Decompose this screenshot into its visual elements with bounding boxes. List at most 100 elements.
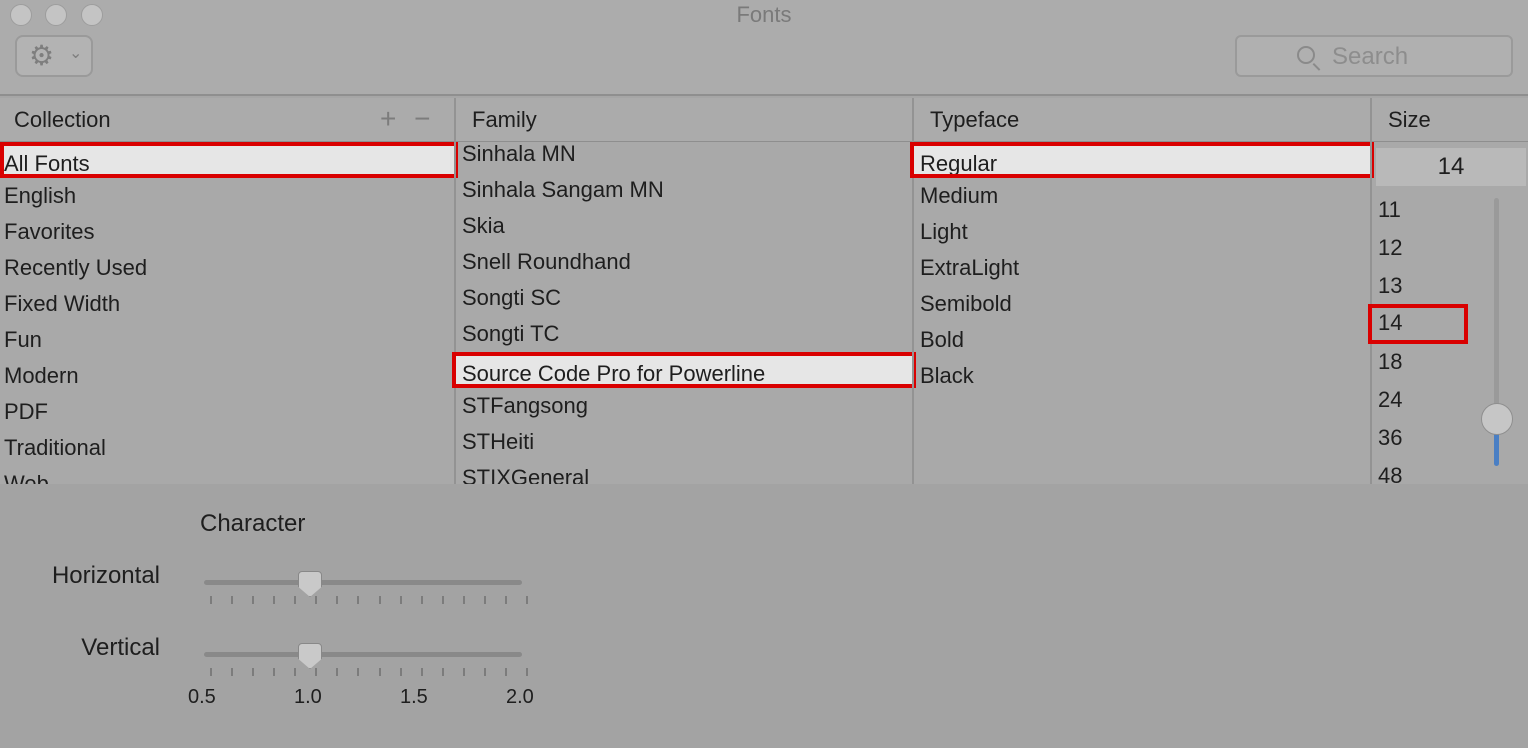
vertical-slider-knob[interactable] — [298, 643, 322, 669]
family-item[interactable]: Sinhala Sangam MN — [452, 172, 916, 208]
collection-item[interactable]: Traditional — [0, 430, 458, 466]
family-item[interactable]: Snell Roundhand — [452, 244, 916, 280]
scale-label: 2.0 — [506, 686, 534, 708]
family-item[interactable]: STHeiti — [452, 424, 916, 460]
family-header-label: Family — [472, 107, 537, 132]
size-item[interactable]: 11 — [1378, 192, 1401, 228]
slider-tick — [273, 668, 276, 676]
slider-tick — [378, 668, 381, 676]
slider-tick — [357, 596, 360, 604]
typeface-item[interactable]: Semibold — [910, 286, 1374, 322]
font-browser: Collection + − All Fonts English Favorites… — [0, 98, 1528, 496]
collection-item[interactable]: Fun — [0, 322, 458, 358]
typeface-item[interactable]: Medium — [910, 178, 1374, 214]
search-input[interactable] — [1332, 41, 1502, 73]
action-menu-button[interactable]: ⚙ ⌄ — [15, 35, 93, 77]
search-icon — [1297, 46, 1315, 64]
collection-item[interactable]: PDF — [0, 394, 458, 430]
slider-tick — [483, 596, 486, 604]
size-item[interactable]: 12 — [1378, 230, 1402, 266]
family-item[interactable]: Skia — [452, 208, 916, 244]
typeface-item[interactable]: Regular — [910, 142, 1374, 178]
title-bar: Fonts ⚙ ⌄ — [0, 0, 1528, 96]
typeface-header-label: Typeface — [930, 107, 1020, 132]
slider-tick — [462, 668, 465, 676]
gear-icon: ⚙ — [29, 40, 55, 71]
family-item[interactable]: Source Code Pro for Powerline — [452, 352, 916, 388]
add-collection-icon[interactable]: + — [380, 103, 396, 134]
size-input[interactable]: 14 — [1376, 148, 1526, 186]
slider-tick — [231, 668, 234, 676]
slider-tick — [462, 596, 465, 604]
collection-item[interactable]: All Fonts — [0, 142, 458, 178]
slider-tick — [252, 668, 255, 676]
scale-label: 0.5 — [188, 686, 216, 708]
collection-item[interactable]: English — [0, 178, 458, 214]
collection-item[interactable]: Fixed Width — [0, 286, 458, 322]
slider-tick — [210, 596, 212, 604]
collection-item[interactable]: Modern — [0, 358, 458, 394]
slider-tick — [252, 596, 255, 604]
slider-tick — [231, 596, 234, 604]
search-field[interactable] — [1235, 35, 1513, 77]
typeface-item[interactable]: Bold — [910, 322, 1374, 358]
typeface-item[interactable]: Black — [910, 358, 1374, 394]
character-panel: Character Horizontal Vertical 0.5 1.0 1.5 2… — [0, 484, 1528, 748]
size-item[interactable]: 18 — [1378, 344, 1402, 380]
family-item[interactable]: Songti TC — [452, 316, 916, 352]
collection-header-actions: + − — [380, 103, 431, 134]
slider-tick — [504, 596, 507, 604]
collection-item[interactable]: Recently Used — [0, 250, 458, 286]
typeface-item[interactable]: ExtraLight — [910, 250, 1374, 286]
horizontal-label: Horizontal — [51, 562, 160, 589]
vertical-label: Vertical — [81, 634, 160, 661]
slider-tick — [526, 668, 528, 676]
collection-header: Collection + − — [0, 98, 454, 142]
size-item[interactable]: 14 — [1368, 304, 1468, 344]
slider-tick — [441, 668, 444, 676]
slider-tick — [336, 668, 339, 676]
slider-tick — [526, 596, 528, 604]
slider-tick — [420, 596, 423, 604]
size-slider-knob[interactable] — [1481, 403, 1513, 435]
family-item[interactable]: Songti SC — [452, 280, 916, 316]
vertical-slider-track[interactable] — [204, 652, 522, 657]
slider-tick — [441, 596, 444, 604]
window-title: Fonts — [736, 2, 792, 27]
scale-label: 1.0 — [294, 686, 322, 708]
vertical-slider-ticks — [204, 668, 528, 676]
slider-tick — [420, 668, 423, 676]
slider-tick — [399, 596, 402, 604]
horizontal-slider-ticks — [204, 596, 528, 604]
slider-tick — [315, 668, 318, 676]
slider-tick — [315, 596, 318, 604]
slider-tick — [378, 596, 381, 604]
character-title: Character — [200, 510, 306, 537]
column-divider[interactable] — [1370, 98, 1372, 484]
slider-tick — [504, 668, 507, 676]
slider-tick — [294, 596, 297, 604]
size-header-label: Size — [1388, 107, 1431, 132]
slider-tick — [210, 668, 212, 676]
slider-tick — [294, 668, 297, 676]
slider-tick — [357, 668, 360, 676]
size-item[interactable]: 36 — [1378, 420, 1402, 456]
size-header: Size — [1372, 98, 1528, 142]
slider-tick — [399, 668, 402, 676]
scale-label: 1.5 — [400, 686, 428, 708]
slider-tick — [483, 668, 486, 676]
family-item[interactable]: STFangsong — [452, 388, 916, 424]
typeface-header: Typeface — [914, 98, 1370, 142]
slider-tick — [336, 596, 339, 604]
family-item[interactable]: Sinhala MN — [452, 136, 916, 172]
horizontal-slider-track[interactable] — [204, 580, 522, 585]
collection-header-label: Collection — [14, 107, 111, 132]
chevron-down-icon: ⌄ — [69, 45, 83, 62]
remove-collection-icon[interactable]: − — [414, 103, 430, 134]
slider-tick — [273, 596, 276, 604]
typeface-item[interactable]: Light — [910, 214, 1374, 250]
size-item[interactable]: 13 — [1378, 268, 1402, 304]
size-item[interactable]: 24 — [1378, 382, 1402, 418]
collection-item[interactable]: Favorites — [0, 214, 458, 250]
horizontal-slider-knob[interactable] — [298, 571, 322, 597]
